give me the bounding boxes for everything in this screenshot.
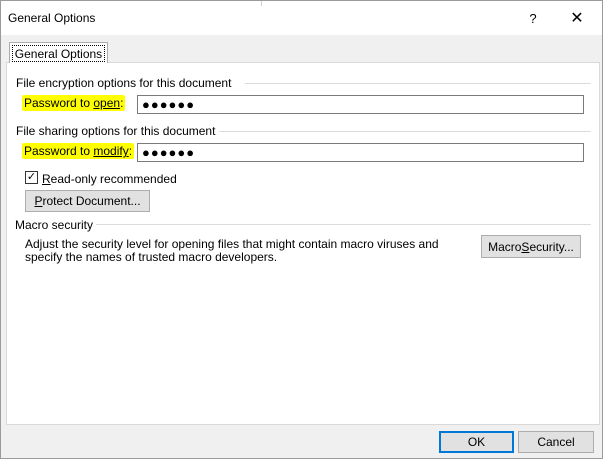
help-button[interactable]: ?: [515, 1, 551, 35]
macro-section-title: Macro security: [15, 218, 94, 232]
macro-description: Adjust the security level for opening fi…: [25, 237, 439, 264]
readonly-checkbox[interactable]: ✓: [25, 171, 38, 184]
macro-security-button[interactable]: Macro Security...: [481, 235, 581, 258]
sharing-section-title: File sharing options for this document: [16, 124, 216, 138]
password-open-input[interactable]: ●●●●●●: [137, 95, 584, 114]
sharing-section-divider: [219, 131, 591, 132]
encryption-section-title: File encryption options for this documen…: [16, 76, 232, 90]
close-button[interactable]: ✕: [559, 1, 595, 35]
password-open-label: Password to open:: [22, 95, 126, 111]
tab-general-options[interactable]: General Options: [9, 42, 108, 63]
macro-section-divider: [96, 224, 591, 225]
general-options-dialog: General Options ? ✕ General Options File…: [0, 0, 603, 459]
title-bar: General Options ? ✕: [1, 1, 602, 35]
protect-document-button[interactable]: Protect Document...: [25, 190, 150, 212]
readonly-label[interactable]: Read-only recommended: [42, 172, 177, 186]
password-modify-input[interactable]: ●●●●●●: [137, 143, 584, 162]
help-icon: ?: [529, 10, 537, 26]
tab-label: General Options: [12, 45, 105, 62]
cancel-button[interactable]: Cancel: [518, 431, 594, 453]
window-title: General Options: [8, 11, 96, 25]
password-modify-label: Password to modify:: [22, 143, 135, 159]
title-divider: [261, 1, 262, 6]
close-icon: ✕: [570, 10, 584, 27]
encryption-section-divider: [245, 83, 591, 84]
checkmark-icon: ✓: [26, 171, 37, 183]
ok-button[interactable]: OK: [439, 431, 514, 453]
